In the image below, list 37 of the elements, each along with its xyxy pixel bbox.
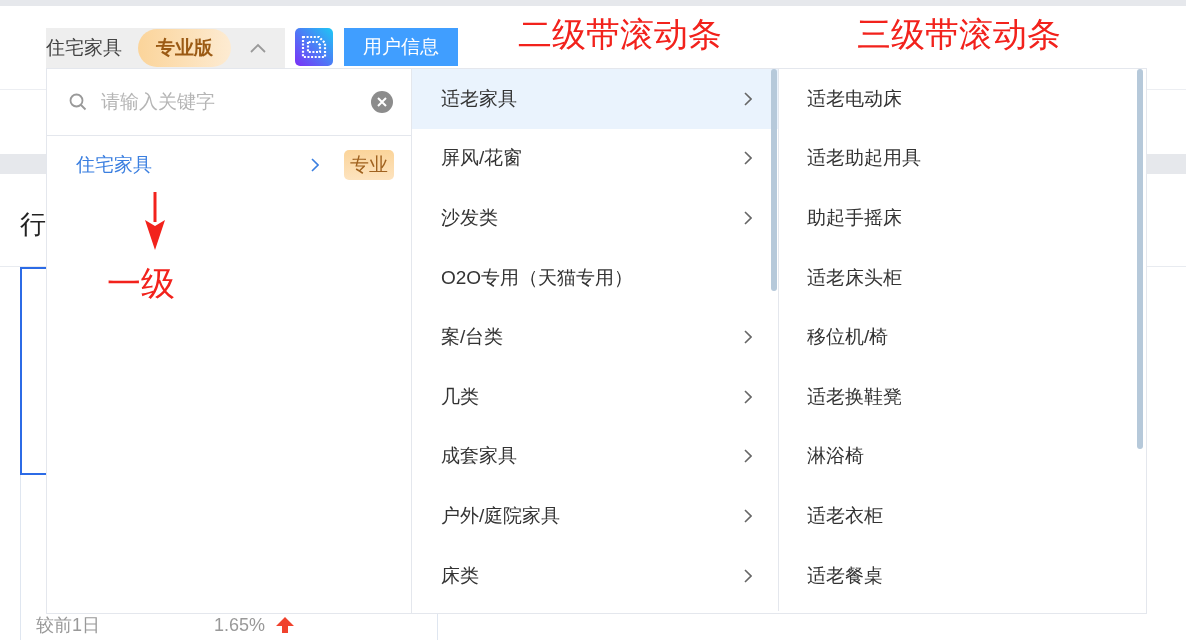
scrollbar-thumb[interactable] — [771, 69, 777, 291]
scrollbar-thumb[interactable] — [1137, 69, 1143, 449]
menu-item[interactable]: 适老家具 — [412, 69, 778, 129]
menu-item[interactable]: 案/台类 — [412, 307, 778, 367]
logo-icon[interactable] — [295, 28, 333, 66]
up-arrow-icon — [275, 617, 296, 633]
category-selector[interactable]: 住宅家具 专业版 — [46, 28, 285, 68]
selector-value: 住宅家具 — [46, 36, 122, 60]
menu-item[interactable]: 适老床头柜 — [779, 247, 1146, 308]
compare-value: 1.65% — [214, 614, 266, 636]
menu-item[interactable]: 床类 — [412, 545, 778, 606]
menu-item[interactable]: 移位机/椅 — [779, 307, 1146, 367]
edition-badge: 专业版 — [138, 29, 231, 67]
menu-item[interactable]: 几类 — [412, 366, 778, 427]
menu-item[interactable]: 适老餐桌 — [779, 545, 1146, 606]
annotation-arrow — [143, 192, 167, 250]
menu-item[interactable]: O2O专用（天猫专用） — [412, 247, 778, 308]
annotation-text: 二级带滚动条 — [518, 17, 722, 51]
compare-label: 较前1日 — [36, 614, 101, 637]
menu-item[interactable]: 淋浴椅 — [779, 426, 1146, 487]
annotation-text: 三级带滚动条 — [857, 17, 1061, 51]
section-title: 行 — [20, 208, 46, 241]
menu-item[interactable]: 成套家具 — [412, 426, 778, 487]
menu-item[interactable]: 助起手摇床 — [779, 188, 1146, 248]
menu-item[interactable]: 适老衣柜 — [779, 486, 1146, 546]
menu-item[interactable]: 适老换鞋凳 — [779, 366, 1146, 427]
tag-label: 专业 — [344, 150, 394, 180]
menu-item[interactable]: 沙发类 — [412, 188, 778, 248]
clear-icon[interactable] — [371, 91, 393, 113]
menu-item[interactable]: 住宅家具 专业 — [47, 136, 411, 194]
annotation-text: 一级 — [107, 266, 175, 300]
menu-item[interactable]: 适老助起用具 — [779, 128, 1146, 189]
menu-item[interactable]: 户外/庭院家具 — [412, 486, 778, 546]
menu-item[interactable]: 屏风/花窗 — [412, 128, 778, 189]
menu-item[interactable]: 适老电动床 — [779, 69, 1146, 129]
search-icon — [69, 93, 87, 111]
search-field[interactable]: 请输入关键字 — [99, 90, 371, 114]
